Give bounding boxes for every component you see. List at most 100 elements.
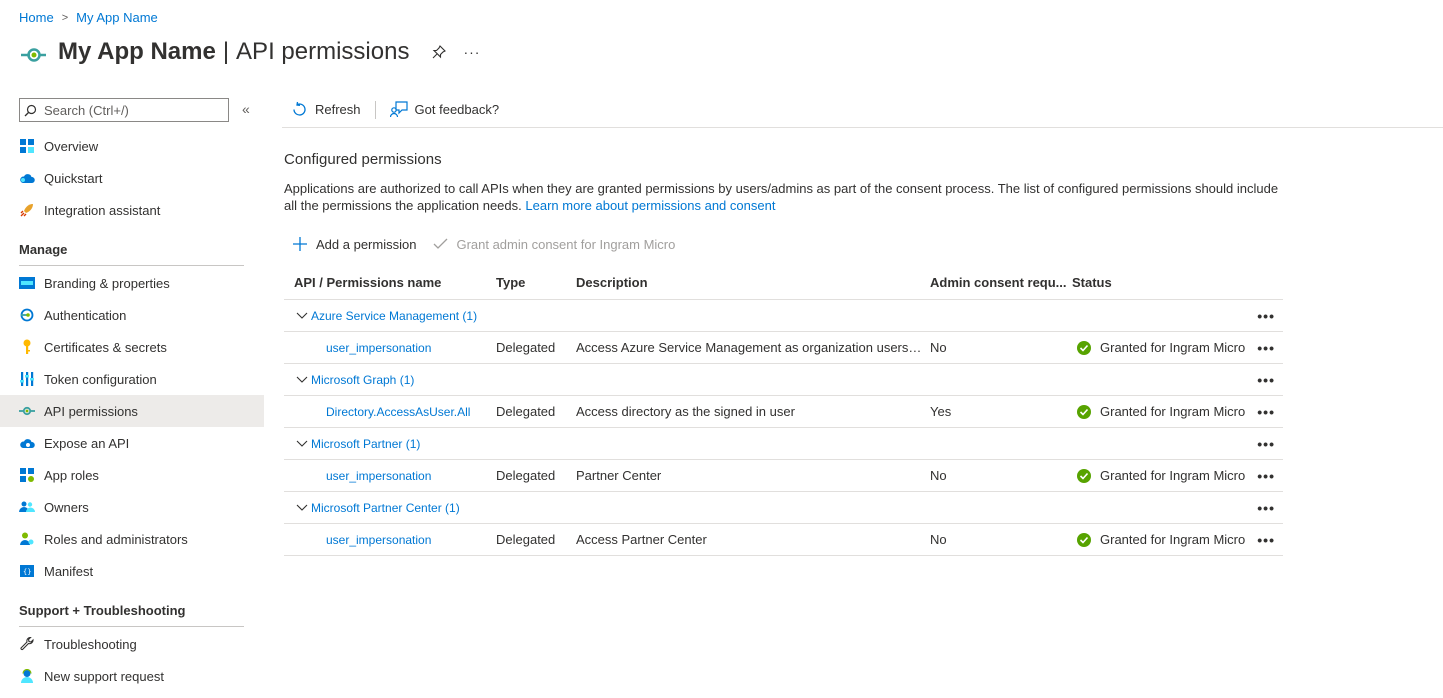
- sidebar-item-app-roles[interactable]: App roles: [0, 459, 264, 491]
- users-icon: [19, 499, 35, 515]
- status-text: Granted for Ingram Micro: [1100, 532, 1246, 547]
- feedback-button[interactable]: Got feedback?: [382, 101, 508, 119]
- grant-admin-consent-button[interactable]: Grant admin consent for Ingram Micro: [424, 236, 683, 252]
- support-person-icon: [19, 668, 35, 684]
- branding-icon: [19, 275, 35, 291]
- learn-more-link[interactable]: Learn more about permissions and consent: [525, 198, 775, 213]
- table-row: user_impersonation Delegated Access Azur…: [284, 332, 1283, 364]
- row-more-icon[interactable]: •••: [1257, 308, 1275, 324]
- sidebar-item-certificates[interactable]: Certificates & secrets: [0, 331, 264, 363]
- group-row: Azure Service Management (1) •••: [284, 300, 1283, 332]
- wrench-icon: [19, 636, 35, 652]
- cloud-gear-icon: [19, 435, 35, 451]
- breadcrumb: Home > My App Name: [19, 10, 158, 25]
- check-circle-icon: [1077, 340, 1092, 355]
- group-toggle[interactable]: Microsoft Partner Center (1): [296, 501, 460, 515]
- breadcrumb-app-link[interactable]: My App Name: [76, 10, 158, 25]
- status-text: Granted for Ingram Micro: [1100, 404, 1246, 419]
- page-header: My App Name | API permissions ···: [17, 36, 480, 68]
- check-circle-icon: [1077, 468, 1092, 483]
- check-circle-icon: [1077, 404, 1092, 419]
- sidebar-item-api-permissions[interactable]: API permissions: [0, 395, 264, 427]
- sidebar-item-label: Troubleshooting: [44, 636, 137, 652]
- add-permission-button[interactable]: Add a permission: [284, 236, 424, 252]
- column-header-admin-consent[interactable]: Admin consent requ...: [930, 275, 1072, 290]
- permission-name-link[interactable]: user_impersonation: [284, 469, 496, 483]
- refresh-label: Refresh: [315, 102, 361, 117]
- manifest-icon: {}: [19, 563, 35, 579]
- plus-icon: [292, 236, 308, 252]
- sidebar-item-label: Certificates & secrets: [44, 339, 167, 355]
- column-header-status[interactable]: Status: [1072, 275, 1283, 290]
- search-icon: [24, 103, 38, 117]
- chevron-down-icon: [296, 374, 308, 386]
- row-more-icon[interactable]: •••: [1257, 500, 1275, 516]
- more-options-icon[interactable]: ···: [463, 44, 480, 60]
- chevron-down-icon: [296, 502, 308, 514]
- sidebar-item-quickstart[interactable]: Quickstart: [0, 162, 264, 194]
- chevron-down-icon: [296, 310, 308, 322]
- sidebar-item-label: Owners: [44, 499, 89, 515]
- column-header-api[interactable]: API / Permissions name: [284, 275, 496, 290]
- permission-name-link[interactable]: user_impersonation: [284, 533, 496, 547]
- sidebar-item-token-configuration[interactable]: Token configuration: [0, 363, 264, 395]
- permission-name-link[interactable]: user_impersonation: [284, 341, 496, 355]
- search-placeholder: Search (Ctrl+/): [44, 102, 129, 118]
- sidebar-item-owners[interactable]: Owners: [0, 491, 264, 523]
- group-name: Microsoft Partner (1): [311, 436, 421, 451]
- admin-consent-required: No: [930, 532, 947, 547]
- sidebar-item-overview[interactable]: Overview: [0, 130, 264, 162]
- group-toggle[interactable]: Microsoft Graph (1): [296, 373, 414, 387]
- status-cell: Granted for Ingram Micro: [1072, 404, 1283, 419]
- sidebar-item-roles-administrators[interactable]: Roles and administrators: [0, 523, 264, 555]
- sidebar-item-label: Branding & properties: [44, 275, 170, 291]
- group-name: Azure Service Management (1): [311, 308, 478, 323]
- group-toggle[interactable]: Microsoft Partner (1): [296, 437, 420, 451]
- group-row: Microsoft Partner Center (1) •••: [284, 492, 1283, 524]
- permission-name-link[interactable]: Directory.AccessAsUser.All: [284, 405, 496, 419]
- row-more-icon[interactable]: •••: [1257, 372, 1275, 388]
- svg-text:{}: {}: [23, 568, 31, 576]
- sidebar-item-authentication[interactable]: Authentication: [0, 299, 264, 331]
- collapse-sidebar-icon[interactable]: «: [242, 101, 250, 117]
- search-input[interactable]: Search (Ctrl+/): [19, 98, 229, 122]
- sidebar-heading-manage: Manage: [19, 242, 244, 266]
- row-more-icon[interactable]: •••: [1257, 468, 1275, 484]
- row-more-icon[interactable]: •••: [1257, 404, 1275, 420]
- toolbar-divider: [374, 100, 376, 119]
- status-text: Granted for Ingram Micro: [1100, 340, 1246, 355]
- cloud-icon: [19, 170, 35, 186]
- chevron-down-icon: [296, 438, 308, 450]
- sidebar-item-expose-api[interactable]: Expose an API: [0, 427, 264, 459]
- table-header: API / Permissions name Type Description …: [284, 266, 1283, 300]
- row-more-icon[interactable]: •••: [1257, 340, 1275, 356]
- app-roles-icon: [19, 467, 35, 483]
- sidebar-heading-support: Support + Troubleshooting: [19, 603, 244, 627]
- permission-type: Delegated: [496, 532, 556, 547]
- sidebar-item-troubleshooting[interactable]: Troubleshooting: [0, 628, 264, 660]
- breadcrumb-home-link[interactable]: Home: [19, 10, 54, 25]
- row-more-icon[interactable]: •••: [1257, 436, 1275, 452]
- overview-icon: [19, 138, 35, 154]
- permission-description: Access Azure Service Management as organ…: [576, 340, 928, 355]
- add-permission-label: Add a permission: [316, 236, 417, 252]
- refresh-button[interactable]: Refresh: [282, 101, 369, 119]
- authentication-icon: [19, 307, 35, 323]
- sidebar-item-branding[interactable]: Branding & properties: [0, 267, 264, 299]
- table-row: user_impersonation Delegated Access Part…: [284, 524, 1283, 556]
- feedback-icon: [389, 101, 408, 119]
- row-more-icon[interactable]: •••: [1257, 532, 1275, 548]
- pin-icon[interactable]: [431, 44, 447, 60]
- sidebar-item-label: Roles and administrators: [44, 531, 188, 547]
- column-header-description[interactable]: Description: [576, 275, 930, 290]
- admin-consent-required: No: [930, 340, 947, 355]
- sidebar-item-new-support-request[interactable]: New support request: [0, 660, 264, 692]
- sidebar-item-manifest[interactable]: {} Manifest: [0, 555, 264, 587]
- rocket-icon: [19, 202, 35, 218]
- sidebar-item-integration-assistant[interactable]: Integration assistant: [0, 194, 264, 226]
- table-row: Directory.AccessAsUser.All Delegated Acc…: [284, 396, 1283, 428]
- permission-type: Delegated: [496, 468, 556, 483]
- permission-actions: Add a permission Grant admin consent for…: [284, 236, 683, 252]
- column-header-type[interactable]: Type: [496, 275, 576, 290]
- group-toggle[interactable]: Azure Service Management (1): [296, 309, 477, 323]
